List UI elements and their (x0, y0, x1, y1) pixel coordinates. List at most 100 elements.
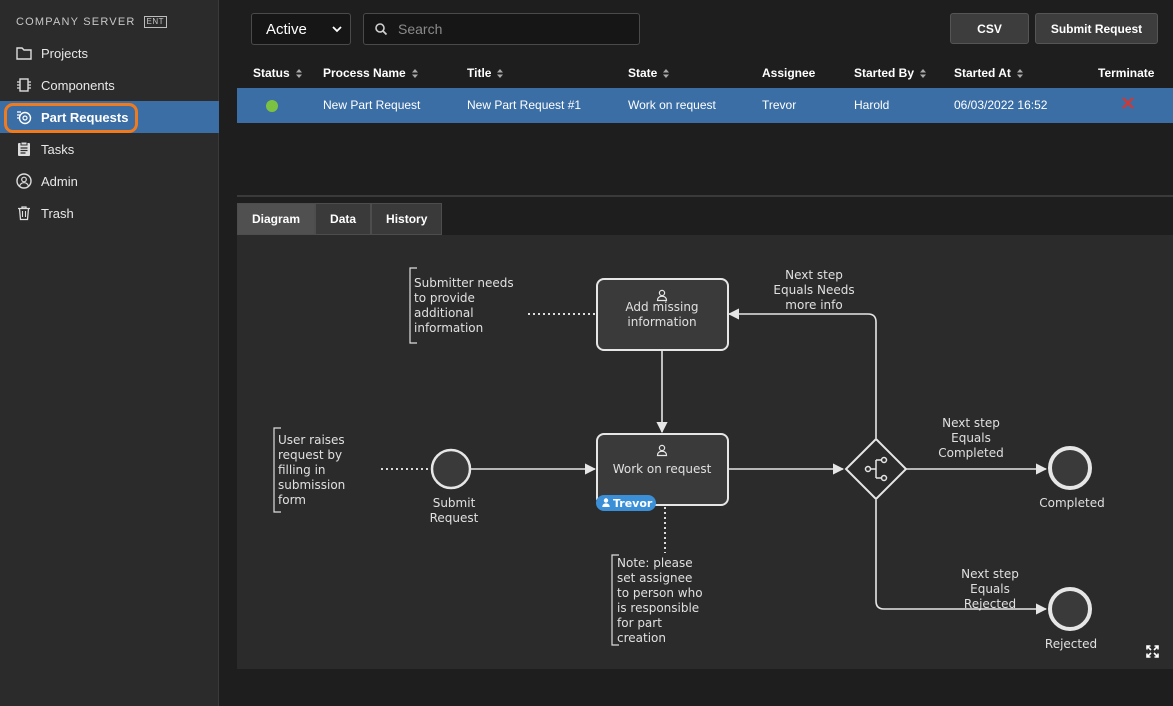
sort-icon (411, 68, 418, 78)
assignee-tag-label: Trevor (613, 497, 653, 510)
submit-request-button[interactable]: Submit Request (1035, 13, 1158, 44)
column-label: Terminate (1098, 66, 1155, 80)
edge-label-completed-3: Completed (938, 446, 1003, 460)
panel-divider[interactable] (237, 195, 1173, 197)
edge-gateway-to-rejected (875, 500, 1048, 615)
terminate-icon[interactable] (1121, 96, 1135, 110)
sidebar-item-tasks[interactable]: Tasks (0, 133, 219, 165)
table-row[interactable]: New Part Request New Part Request #1 Wor… (237, 88, 1173, 123)
sidebar-item-label: Part Requests (41, 109, 129, 125)
cell-title: New Part Request #1 (467, 98, 582, 112)
column-label: Status (253, 66, 290, 80)
sidebar-item-label: Trash (41, 205, 74, 221)
task-work-label: Work on request (613, 462, 712, 476)
user-circle-icon (16, 173, 32, 189)
sidebar-item-label: Components (41, 77, 115, 93)
tab-data[interactable]: Data (315, 203, 372, 235)
process-diagram: Submit Request Work on request Trevor Ad… (237, 235, 1173, 669)
column-label: Assignee (762, 66, 816, 80)
sidebar: COMPANY SERVER ENT Projects Components P… (0, 0, 219, 706)
search-input[interactable] (398, 21, 618, 37)
sidebar-item-admin[interactable]: Admin (0, 165, 219, 197)
task-missing-label-2: information (627, 315, 696, 329)
note-submitter-2: to provide (414, 291, 475, 305)
sidebar-item-part-requests[interactable]: Part Requests (0, 101, 219, 133)
column-started-at[interactable]: Started At (954, 66, 1023, 80)
sidebar-item-components[interactable]: Components (0, 69, 219, 101)
edge-label-needs-info-2: Equals Needs (773, 283, 854, 297)
note-submitter-4: information (414, 321, 483, 335)
cell-process-name: New Part Request (323, 98, 421, 112)
end-event-rejected[interactable] (1048, 587, 1092, 631)
part-request-icon (17, 111, 32, 125)
tab-history[interactable]: History (371, 203, 443, 235)
column-started-by[interactable]: Started By (854, 66, 927, 80)
note-assignee-2: set assignee (617, 571, 692, 585)
chevron-down-icon (332, 26, 342, 33)
column-label: Started At (954, 66, 1011, 80)
cell-assignee: Trevor (762, 98, 797, 112)
column-state[interactable]: State (628, 66, 670, 80)
column-terminate: Terminate (1098, 66, 1154, 80)
start-event[interactable] (430, 448, 472, 490)
column-label: Started By (854, 66, 915, 80)
start-event-label-1: Submit (433, 496, 476, 510)
note-user-1: User raises (278, 433, 345, 447)
column-label: State (628, 66, 658, 80)
note-assignee-4: is responsible (617, 601, 699, 615)
note-user-5: form (278, 493, 306, 507)
sidebar-nav: Projects Components Part Requests Tasks … (0, 37, 219, 229)
tab-diagram[interactable]: Diagram (237, 203, 316, 235)
cell-started-at: 06/03/2022 16:52 (954, 98, 1048, 112)
start-event-label-2: Request (430, 511, 479, 525)
table-header: Status Process Name Title State Assignee… (237, 60, 1173, 87)
column-status[interactable]: Status (253, 66, 302, 80)
search-box[interactable] (363, 13, 640, 45)
note-assignee-1: Note: please (617, 556, 693, 570)
trash-icon (18, 206, 30, 221)
edge-label-rejected-2: Equals (970, 582, 1010, 596)
note-assignee-3: to person who (617, 586, 703, 600)
note-assignee-6: creation (617, 631, 666, 645)
cell-started-by: Harold (854, 98, 890, 112)
csv-button[interactable]: CSV (950, 13, 1029, 44)
note-submitter-1: Submitter needs (414, 276, 514, 290)
column-process-name[interactable]: Process Name (323, 66, 418, 80)
note-submitter-3: additional (414, 306, 474, 320)
edge-label-rejected-1: Next step (961, 567, 1019, 581)
status-filter-select[interactable]: Active (251, 13, 351, 45)
note-user-4: submission (278, 478, 345, 492)
clipboard-icon (18, 141, 30, 156)
edition-badge: ENT (143, 16, 167, 28)
sort-icon (497, 68, 504, 78)
diagram-canvas: Submit Request Work on request Trevor Ad… (273, 267, 1105, 651)
server-brand: COMPANY SERVER ENT (16, 16, 167, 28)
sidebar-item-label: Projects (41, 45, 88, 61)
process-table: Status Process Name Title State Assignee… (237, 60, 1173, 123)
status-active-indicator (266, 100, 278, 112)
task-missing-label-1: Add missing (625, 300, 698, 314)
note-user-3: filling in (278, 463, 326, 477)
column-assignee: Assignee (762, 66, 815, 80)
sidebar-item-label: Tasks (41, 141, 75, 157)
edge-label-completed-1: Next step (942, 416, 1000, 430)
note-assignee-5: for part (617, 616, 662, 630)
server-name: COMPANY SERVER (16, 16, 136, 28)
sidebar-item-label: Admin (41, 173, 78, 189)
search-icon (375, 23, 388, 36)
edge-gateway-to-missing (727, 308, 877, 438)
edge-label-completed-2: Equals (951, 431, 991, 445)
column-title[interactable]: Title (467, 66, 504, 80)
column-label: Title (467, 66, 492, 80)
sidebar-item-trash[interactable]: Trash (0, 197, 219, 229)
fullscreen-icon[interactable] (1146, 645, 1159, 658)
detail-tabs: Diagram Data History (237, 203, 443, 235)
sort-icon (663, 68, 670, 78)
end-event-completed[interactable] (1048, 446, 1092, 490)
sidebar-item-projects[interactable]: Projects (0, 37, 219, 69)
component-icon (17, 78, 31, 92)
edge-label-needs-info-1: Next step (785, 268, 843, 282)
folder-icon (16, 47, 32, 60)
sort-icon (920, 68, 927, 78)
cell-state: Work on request (628, 98, 716, 112)
